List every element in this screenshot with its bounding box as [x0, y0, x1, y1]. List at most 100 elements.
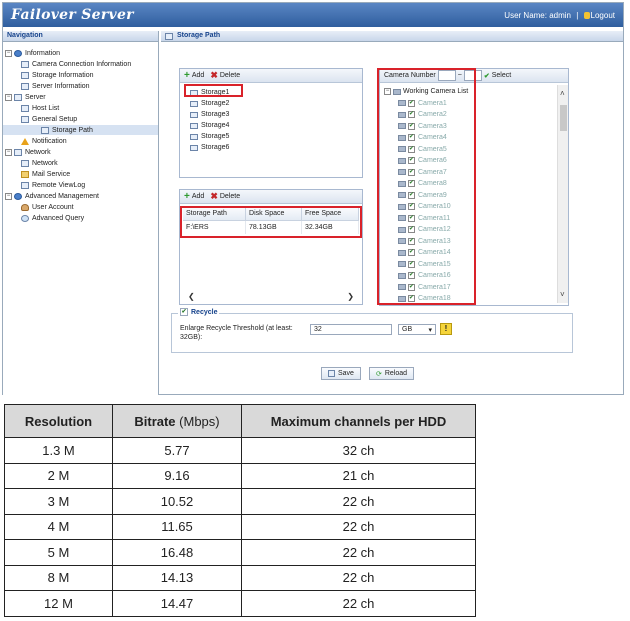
recycle-checkbox[interactable]: ✔: [180, 308, 188, 316]
storage-icon: [190, 133, 198, 140]
delete-label: Delete: [219, 72, 241, 79]
recycle-legend: ✔ Recycle: [178, 308, 220, 316]
chevron-down-icon: ▾: [428, 327, 432, 334]
cell-bitrate: 5.77: [112, 437, 242, 464]
nav-item-icon: [21, 71, 29, 79]
cell-resolution: 2 M: [4, 462, 113, 489]
nav-item-label: Network: [25, 148, 51, 156]
camera-selection-box: Camera Number ~ ✔ Select − Working Camera…: [377, 68, 569, 306]
reload-button[interactable]: ⟳ Reload: [368, 367, 415, 380]
list-item[interactable]: Storage6: [188, 142, 229, 153]
storage-path-icon: [165, 33, 173, 40]
app-title: Failover Server: [11, 7, 134, 23]
add-label: Add: [191, 193, 205, 200]
reload-icon: ⟳: [375, 370, 382, 378]
header-bitrate: Bitrate (Mbps): [112, 404, 242, 438]
storage-path-header: Storage Path: [161, 31, 623, 42]
delete-icon: ✖: [210, 191, 218, 201]
nav-item-label: Storage Information: [32, 71, 94, 79]
delete-storage-button[interactable]: ✖ Delete: [210, 71, 241, 80]
nav-item-icon: [14, 148, 22, 156]
header-max-channels: Maximum channels per HDD: [241, 404, 476, 438]
horizontal-scrollbar[interactable]: ❮ ❯: [188, 292, 354, 301]
save-button[interactable]: Save: [321, 367, 361, 380]
user-area: User Name: admin | Logout: [501, 11, 615, 20]
list-item[interactable]: Storage2: [188, 98, 229, 109]
collapse-icon[interactable]: −: [5, 148, 12, 156]
nav-item-icon: [21, 159, 29, 167]
cell-bitrate: 11.65: [112, 513, 242, 540]
cell-bitrate: 14.13: [112, 564, 242, 591]
scroll-right-icon[interactable]: ❯: [347, 292, 354, 301]
save-label: Save: [338, 370, 354, 377]
storage-icon: [190, 111, 198, 118]
delete-path-button[interactable]: ✖ Delete: [210, 191, 240, 201]
cell-max-channels: 22 ch: [241, 590, 476, 617]
help-icon[interactable]: !: [440, 323, 452, 335]
list-item[interactable]: Storage3: [188, 109, 229, 120]
nav-item[interactable]: Camera Connection Information: [21, 59, 131, 69]
list-item[interactable]: Storage5: [188, 131, 229, 142]
nav-item-icon: [14, 192, 22, 200]
add-storage-button[interactable]: + Add: [184, 71, 204, 81]
nav-item-icon: [21, 137, 29, 145]
table-row: 8 M 14.13 22 ch: [4, 564, 476, 591]
nav-item-icon: [21, 170, 29, 178]
nav-item[interactable]: − Advanced Management: [5, 191, 99, 201]
bitrate-label: Bitrate: [134, 413, 176, 429]
cell-max-channels: 22 ch: [241, 564, 476, 591]
save-icon: [328, 370, 335, 377]
nav-item-label: Server: [25, 93, 46, 101]
nav-item-icon: [21, 181, 29, 189]
nav-item-label: User Account: [32, 203, 74, 211]
table-row: 5 M 16.48 22 ch: [4, 539, 476, 566]
nav-item[interactable]: Storage Path: [3, 125, 158, 135]
nav-item[interactable]: Host List: [21, 103, 59, 113]
cell-bitrate: 10.52: [112, 488, 242, 515]
nav-item-label: Notification: [32, 137, 67, 145]
title-bar: Failover Server User Name: admin | Logou…: [3, 3, 623, 27]
nav-item[interactable]: Storage Information: [21, 70, 93, 80]
add-icon: +: [184, 191, 190, 202]
nav-item-label: Network: [32, 159, 58, 167]
cell-max-channels: 21 ch: [241, 462, 476, 489]
cell-resolution: 1.3 M: [4, 437, 113, 464]
separator: |: [576, 10, 579, 20]
select-button[interactable]: ✔ Select: [484, 72, 511, 80]
navigation-title: Navigation: [3, 31, 158, 42]
select-label: Select: [491, 72, 512, 79]
logout-link[interactable]: Logout: [591, 11, 615, 20]
scroll-up-icon[interactable]: ˄: [560, 89, 565, 98]
scroll-thumb[interactable]: [560, 105, 567, 131]
nav-item[interactable]: Server Information: [21, 81, 90, 91]
unit-select[interactable]: GB ▾: [398, 324, 436, 335]
check-icon: ✔: [483, 72, 490, 80]
nav-item-label: Advanced Management: [25, 192, 99, 200]
path-row-highlight: [180, 206, 362, 238]
scroll-left-icon[interactable]: ❮: [188, 292, 195, 301]
nav-item-icon: [21, 60, 29, 68]
storage-toolbar: + Add ✖ Delete: [180, 69, 362, 83]
nav-item[interactable]: User Account: [21, 202, 74, 212]
collapse-icon[interactable]: −: [5, 93, 12, 101]
scroll-down-icon[interactable]: ˅: [560, 290, 565, 299]
nav-item[interactable]: Network: [21, 158, 58, 168]
bitrate-unit: (Mbps): [179, 413, 220, 429]
nav-item[interactable]: Mail Service: [21, 169, 70, 179]
vertical-scrollbar[interactable]: ˄ ˅: [557, 85, 568, 303]
nav-item[interactable]: Advanced Query: [21, 213, 84, 223]
add-path-button[interactable]: + Add: [184, 191, 205, 202]
list-item[interactable]: Storage4: [188, 120, 229, 131]
nav-item[interactable]: Remote ViewLog: [21, 180, 85, 190]
navigation-panel: Navigation − Information Camera Connection…: [3, 31, 159, 395]
nav-item[interactable]: − Information: [5, 48, 60, 58]
collapse-icon[interactable]: −: [5, 49, 12, 57]
nav-item[interactable]: General Setup: [21, 114, 77, 124]
nav-item[interactable]: Notification: [21, 136, 67, 146]
cell-max-channels: 32 ch: [241, 437, 476, 464]
collapse-icon[interactable]: −: [5, 192, 12, 200]
cell-bitrate: 9.16: [112, 462, 242, 489]
nav-item[interactable]: − Network: [5, 147, 51, 157]
threshold-input[interactable]: 32: [310, 324, 392, 335]
nav-item[interactable]: − Server: [5, 92, 46, 102]
